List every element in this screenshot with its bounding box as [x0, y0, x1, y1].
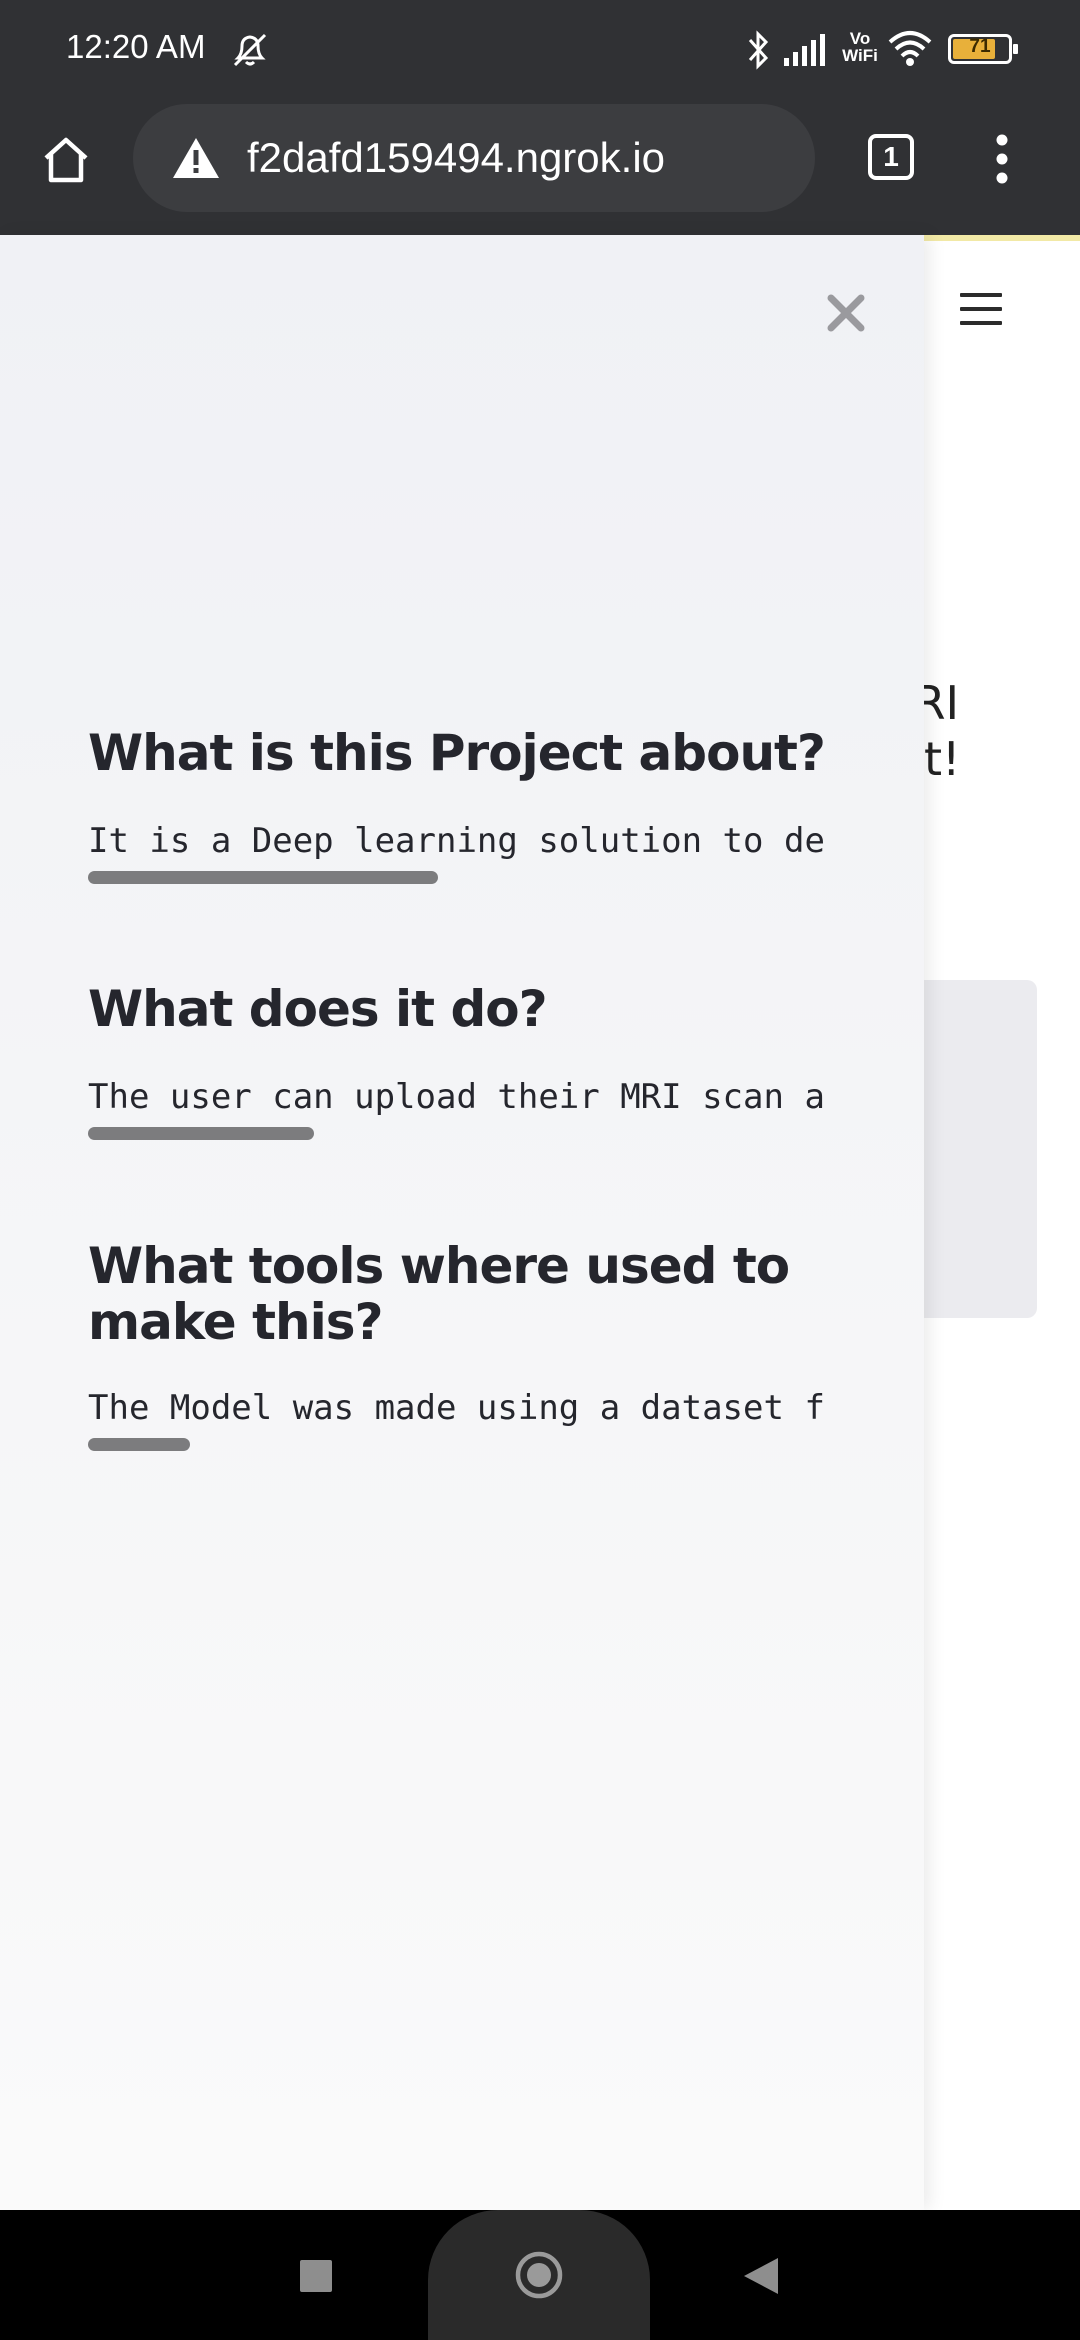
battery-level: 71 — [969, 36, 991, 57]
status-time: 12:20 AM — [66, 28, 206, 65]
back-icon[interactable] — [742, 2256, 780, 2296]
url-text[interactable]: f2dafd159494.ngrok.io — [247, 134, 665, 182]
horizontal-scrollbar-tools[interactable] — [88, 1438, 190, 1451]
horizontal-scrollbar-about[interactable] — [88, 871, 438, 884]
section-heading-tools-line2: make this? — [88, 1293, 383, 1351]
section-heading-what-it-does: What does it do? — [88, 980, 548, 1038]
tabs-icon[interactable]: 1 — [868, 134, 914, 180]
url-bar[interactable]: f2dafd159494.ngrok.io — [133, 104, 815, 212]
recents-button[interactable] — [300, 2260, 332, 2292]
home-button[interactable] — [428, 2210, 650, 2340]
section-text-what-it-does: The user can upload their MRI scan a — [88, 1077, 825, 1117]
signal-icon — [784, 34, 825, 66]
section-heading-about: What is this Project about? — [88, 724, 826, 782]
side-drawer: What is this Project about? It is a Deep… — [0, 235, 924, 2210]
close-icon — [827, 294, 865, 332]
vowifi-bottom-label: WiFi — [842, 46, 878, 65]
status-bar: 12:20 AM Vo WiFi 71 — [0, 0, 1080, 98]
hero-title-line1: IRI — [900, 676, 960, 730]
battery-tip — [1013, 44, 1018, 54]
header-accent-line — [920, 235, 1080, 241]
section-heading-tools: What tools where used to make this? — [88, 1237, 790, 1351]
wifi-icon — [888, 31, 932, 66]
browser-toolbar: f2dafd159494.ngrok.io 1 — [0, 98, 1080, 235]
warning-icon[interactable] — [171, 136, 221, 180]
home-icon[interactable] — [40, 134, 92, 186]
bluetooth-icon — [748, 30, 769, 70]
mute-alarm-icon — [233, 33, 267, 67]
battery-icon: 71 — [948, 34, 1018, 64]
hero-title-line2: st! — [900, 732, 961, 786]
section-text-about: It is a Deep learning solution to de — [88, 821, 825, 861]
menu-dots-icon[interactable] — [990, 132, 1014, 186]
vowifi-top-label: Vo — [849, 29, 871, 48]
section-text-tools: The Model was made using a dataset f — [88, 1388, 825, 1428]
close-button[interactable] — [820, 287, 872, 339]
hero-title: IRI st! — [900, 675, 1080, 787]
home-circle-icon — [515, 2251, 563, 2299]
horizontal-scrollbar-what-it-does[interactable] — [88, 1127, 314, 1140]
system-nav-bar — [0, 2210, 1080, 2340]
vowifi-icon: Vo WiFi — [838, 30, 882, 64]
section-heading-tools-line1: What tools where used to — [88, 1237, 790, 1295]
hamburger-menu-icon[interactable] — [960, 293, 1002, 329]
